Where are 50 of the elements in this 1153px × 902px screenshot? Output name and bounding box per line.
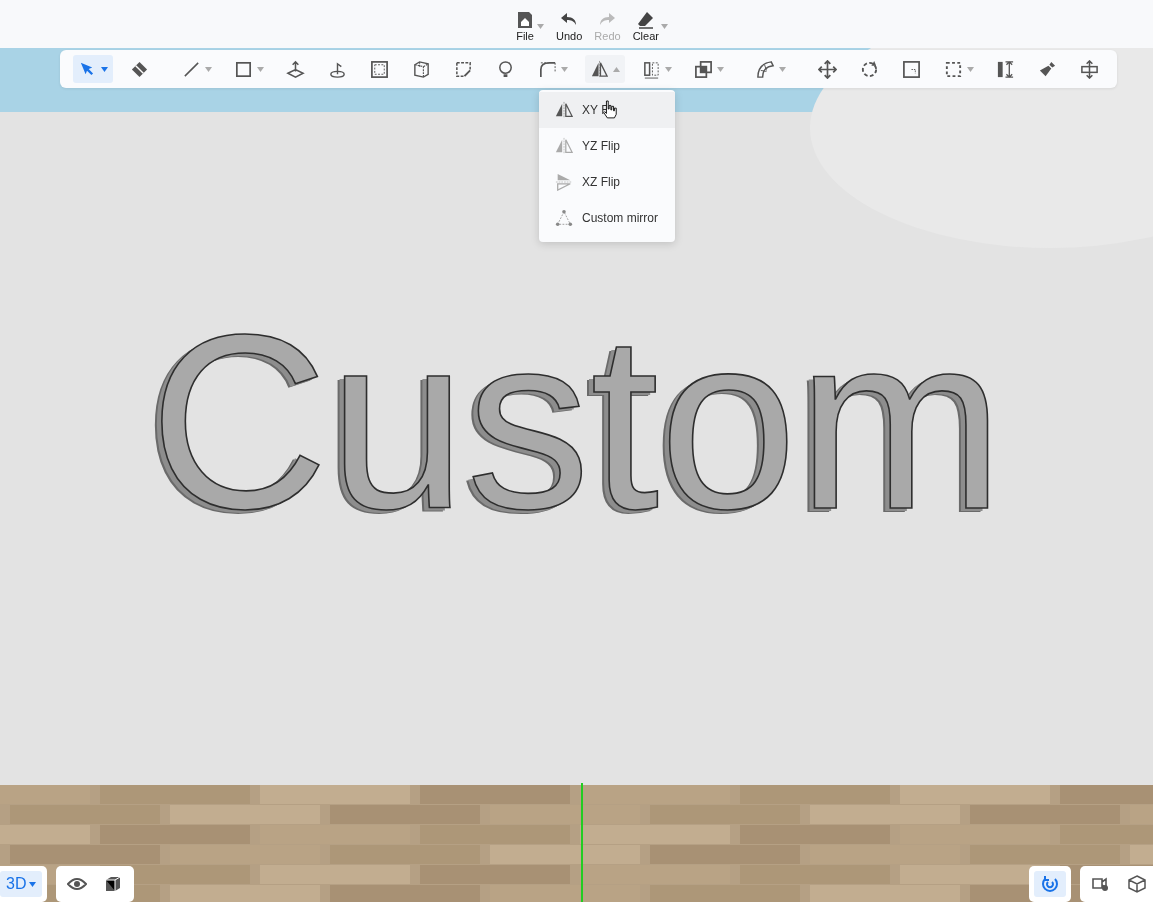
boolean-squares-icon [694,59,713,79]
hand-cursor-icon [602,98,618,120]
3d-text-model: Custom [149,298,1004,546]
eraser-icon [635,9,656,30]
mirror-triangle-icon [555,137,573,155]
caret-icon [779,66,786,72]
mirror-triangle-icon [555,101,573,119]
box-icon [412,59,431,79]
fillet-curve-icon [538,59,557,79]
array-icon [642,59,661,79]
menu-item[interactable]: YZ Flip [539,128,675,164]
toolbar-button[interactable] [585,55,625,83]
caret-icon [967,66,974,72]
menu-item[interactable]: XZ Flip [539,164,675,200]
square-icon [234,59,253,79]
caret-icon [665,66,672,72]
caret-icon [613,66,620,72]
caret-icon [257,66,264,72]
sweep-shape-icon [756,59,775,79]
mirror-triangle-icon [590,59,609,79]
magnet-rotate-icon [1040,874,1060,894]
menu-item[interactable]: Custom mirror [539,200,675,236]
file-button[interactable]: File [513,5,547,48]
sketch-plane-icon [454,59,473,79]
caret-icon [537,24,545,30]
cube-outline-icon [1127,874,1147,894]
caret-icon [660,24,668,30]
undo-button[interactable]: Undo [554,5,585,48]
paint-brush-icon [1038,59,1057,79]
clear-button[interactable]: Clear [630,5,670,48]
eraser-icon [130,59,149,79]
scale-square-icon [902,59,921,79]
caret-icon [717,66,724,72]
caret-icon [101,66,108,72]
balloon-icon [496,59,515,79]
push-pull-icon [286,59,305,79]
toolbar-button[interactable] [73,55,113,83]
selection-box-icon [944,59,963,79]
mirror-triangle-icon [555,173,573,191]
rotate-circle-icon [860,59,879,79]
caret-icon [561,66,568,72]
triangle-points-icon [555,209,573,227]
dimension-ruler-icon [996,59,1015,79]
align-arrows-icon [1080,59,1099,79]
view-mode-button[interactable]: 3D [0,871,43,897]
caret-icon [29,881,37,887]
line-icon [182,59,201,79]
offset-square-icon [370,59,389,79]
move-arrows-icon [818,59,837,79]
caret-icon [205,66,212,72]
